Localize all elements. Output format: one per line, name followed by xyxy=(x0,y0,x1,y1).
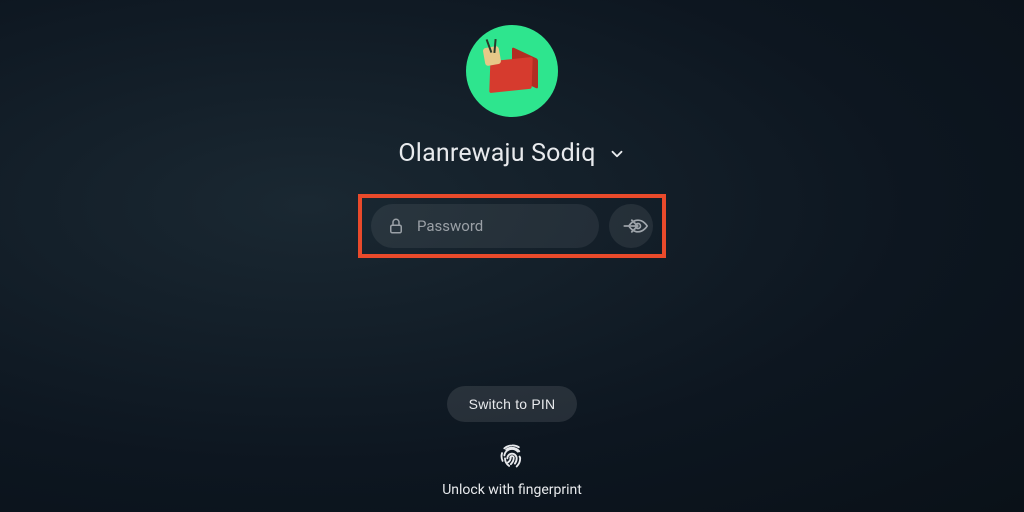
fingerprint-unlock-label: Unlock with fingerprint xyxy=(442,482,582,498)
switch-to-pin-button[interactable]: Switch to PIN xyxy=(447,386,578,422)
user-name-label: Olanrewaju Sodiq xyxy=(398,139,595,168)
password-input[interactable] xyxy=(417,217,616,235)
submit-arrow-button[interactable] xyxy=(609,204,653,248)
user-avatar[interactable] xyxy=(466,25,558,117)
chevron-down-icon xyxy=(608,145,626,163)
lock-icon xyxy=(387,217,405,235)
user-switcher[interactable]: Olanrewaju Sodiq xyxy=(398,139,625,168)
avatar-origami-snail xyxy=(482,41,542,101)
password-field-container xyxy=(371,204,599,248)
fingerprint-icon[interactable] xyxy=(498,442,526,470)
password-highlight-box xyxy=(358,194,666,258)
